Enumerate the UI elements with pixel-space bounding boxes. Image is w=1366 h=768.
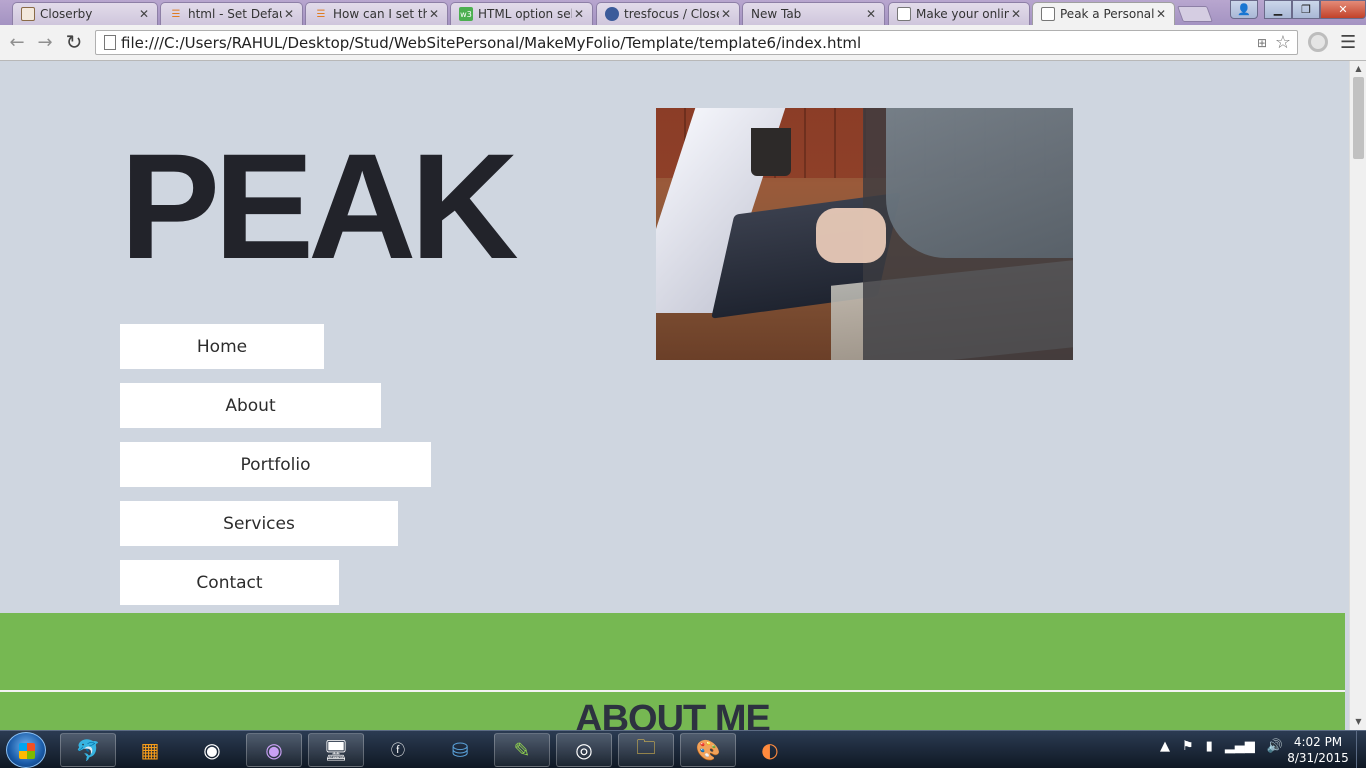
clock-time: 4:02 PM: [1293, 735, 1343, 749]
tab-label: How can I set the: [333, 7, 427, 21]
nav-contact-button[interactable]: Contact: [120, 560, 339, 605]
signal-icon[interactable]: ▂▄▆: [1225, 739, 1255, 754]
url-text[interactable]: file:///C:/Users/RAHUL/Desktop/Stud/WebS…: [121, 34, 861, 52]
github-icon: [605, 7, 619, 21]
browser-tab-newtab[interactable]: New Tab ✕: [742, 2, 885, 25]
tab-label: Closerby: [40, 7, 93, 21]
battery-icon[interactable]: ▮: [1206, 739, 1213, 754]
chrome-app-icon[interactable]: ◎: [556, 733, 612, 767]
explorer-app-icon[interactable]: 🗀: [618, 733, 674, 767]
browser-tab-closerby[interactable]: Closerby ✕: [12, 2, 158, 25]
browser-tab-stackoverflow-2[interactable]: ☰ How can I set the ✕: [305, 2, 448, 25]
close-icon[interactable]: ✕: [719, 7, 733, 21]
new-tab-button[interactable]: [1177, 6, 1213, 22]
hero-laptop-image: [656, 108, 1073, 360]
close-icon[interactable]: ✕: [864, 7, 878, 21]
close-window-button[interactable]: ✕: [1320, 0, 1366, 19]
system-tray: ▲ ⚑ ▮ ▂▄▆ 🔊: [1160, 739, 1283, 754]
nav-about-button[interactable]: About: [120, 383, 381, 428]
firefox-app-icon[interactable]: ◐: [742, 733, 798, 767]
back-arrow-icon[interactable]: ←: [5, 30, 29, 54]
show-desktop-button[interactable]: [1356, 731, 1366, 768]
scrollbar-thumb[interactable]: [1353, 77, 1364, 159]
flashbuilder-app-icon[interactable]: ⓕ: [370, 733, 426, 767]
taskbar-clock[interactable]: 4:02 PM 8/31/2015: [1285, 734, 1351, 766]
scroll-up-icon[interactable]: ▲: [1350, 61, 1366, 77]
browser-tab-peak[interactable]: Peak a Personal F ✕: [1032, 2, 1175, 25]
close-icon[interactable]: ✕: [1154, 7, 1168, 21]
close-icon[interactable]: ✕: [282, 7, 296, 21]
clock-date: 8/31/2015: [1287, 751, 1349, 765]
about-section: ABOUT ME: [0, 613, 1345, 730]
mysql-app-icon[interactable]: ⛁: [432, 733, 488, 767]
nav-home-button[interactable]: Home: [120, 324, 324, 369]
translate-icon[interactable]: ⊞: [1257, 36, 1267, 50]
section-title: ABOUT ME: [575, 698, 771, 730]
vertical-scrollbar[interactable]: ▲ ▼: [1349, 61, 1366, 730]
browser-tab-stackoverflow-1[interactable]: ☰ html - Set Defaul ✕: [160, 2, 303, 25]
tab-label: New Tab: [751, 7, 802, 21]
image-icon: [21, 7, 35, 21]
dolphin-app-icon[interactable]: 🐬: [60, 733, 116, 767]
tray-expand-icon[interactable]: ▲: [1160, 739, 1170, 754]
volume-icon[interactable]: 🔊: [1267, 739, 1283, 754]
close-icon[interactable]: ✕: [572, 7, 586, 21]
taskbar: 🐬 ▦ ◉ ◉ 🖥 ⓕ ⛁ ✎ ◎ 🗀 🎨 ◐ ▲ ⚑ ▮ ▂▄▆ 🔊 4:02…: [0, 730, 1366, 768]
tab-label: tresfocus / Close: [624, 7, 719, 21]
windows-logo-icon: [19, 743, 35, 759]
close-icon[interactable]: ✕: [137, 7, 151, 21]
forward-arrow-icon[interactable]: →: [33, 30, 57, 54]
eclipse-purple-app-icon[interactable]: ◉: [246, 733, 302, 767]
section-divider: [0, 690, 1345, 692]
restore-button[interactable]: ❐: [1292, 0, 1320, 19]
action-center-flag-icon[interactable]: ⚑: [1182, 739, 1194, 754]
page-icon: [1041, 7, 1055, 21]
tab-label: HTML option sele: [478, 7, 572, 21]
browser-tabstrip: Closerby ✕ ☰ html - Set Defaul ✕ ☰ How c…: [0, 0, 1366, 25]
notepadpp-app-icon[interactable]: ✎: [494, 733, 550, 767]
nav-services-button[interactable]: Services: [120, 501, 398, 546]
close-icon[interactable]: ✕: [1009, 7, 1023, 21]
browser-tab-makeyouronline[interactable]: Make your online ✕: [888, 2, 1030, 25]
page-icon: [104, 35, 116, 50]
close-icon[interactable]: ✕: [427, 7, 441, 21]
eclipse-app-icon[interactable]: ◉: [184, 733, 240, 767]
window-controls: 👤 ▁ ❐ ✕: [1230, 0, 1366, 19]
site-logo[interactable]: PEAK: [120, 131, 519, 281]
paint-app-icon[interactable]: 🎨: [680, 733, 736, 767]
tab-label: Make your online: [916, 7, 1009, 21]
menu-icon[interactable]: ☰: [1340, 32, 1356, 53]
bookmark-star-icon[interactable]: ☆: [1275, 32, 1291, 53]
address-bar[interactable]: file:///C:/Users/RAHUL/Desktop/Stud/WebS…: [95, 30, 1298, 55]
extension-icon[interactable]: [1308, 32, 1328, 52]
browser-toolbar: ← → ↻ file:///C:/Users/RAHUL/Desktop/Stu…: [0, 25, 1366, 61]
tab-label: Peak a Personal F: [1060, 7, 1154, 21]
page-viewport: PEAK Home About Portfolio Services Conta…: [0, 61, 1349, 730]
page-icon: [897, 7, 911, 21]
nav-portfolio-button[interactable]: Portfolio: [120, 442, 431, 487]
stackoverflow-icon: ☰: [171, 8, 181, 20]
w3schools-icon: w3: [459, 7, 473, 21]
minimize-button[interactable]: ▁: [1264, 0, 1292, 19]
browser-tab-w3schools[interactable]: w3 HTML option sele ✕: [450, 2, 593, 25]
scroll-down-icon[interactable]: ▼: [1350, 714, 1366, 730]
tab-label: html - Set Defaul: [188, 7, 282, 21]
reload-icon[interactable]: ↻: [62, 30, 86, 54]
remote-desktop-app-icon[interactable]: 🖥: [308, 733, 364, 767]
browser-tab-github[interactable]: tresfocus / Close ✕: [596, 2, 740, 25]
stackoverflow-icon: ☰: [316, 8, 326, 20]
office-app-icon[interactable]: ▦: [122, 733, 178, 767]
start-button[interactable]: [6, 732, 46, 768]
user-profile-icon[interactable]: 👤: [1230, 0, 1258, 19]
